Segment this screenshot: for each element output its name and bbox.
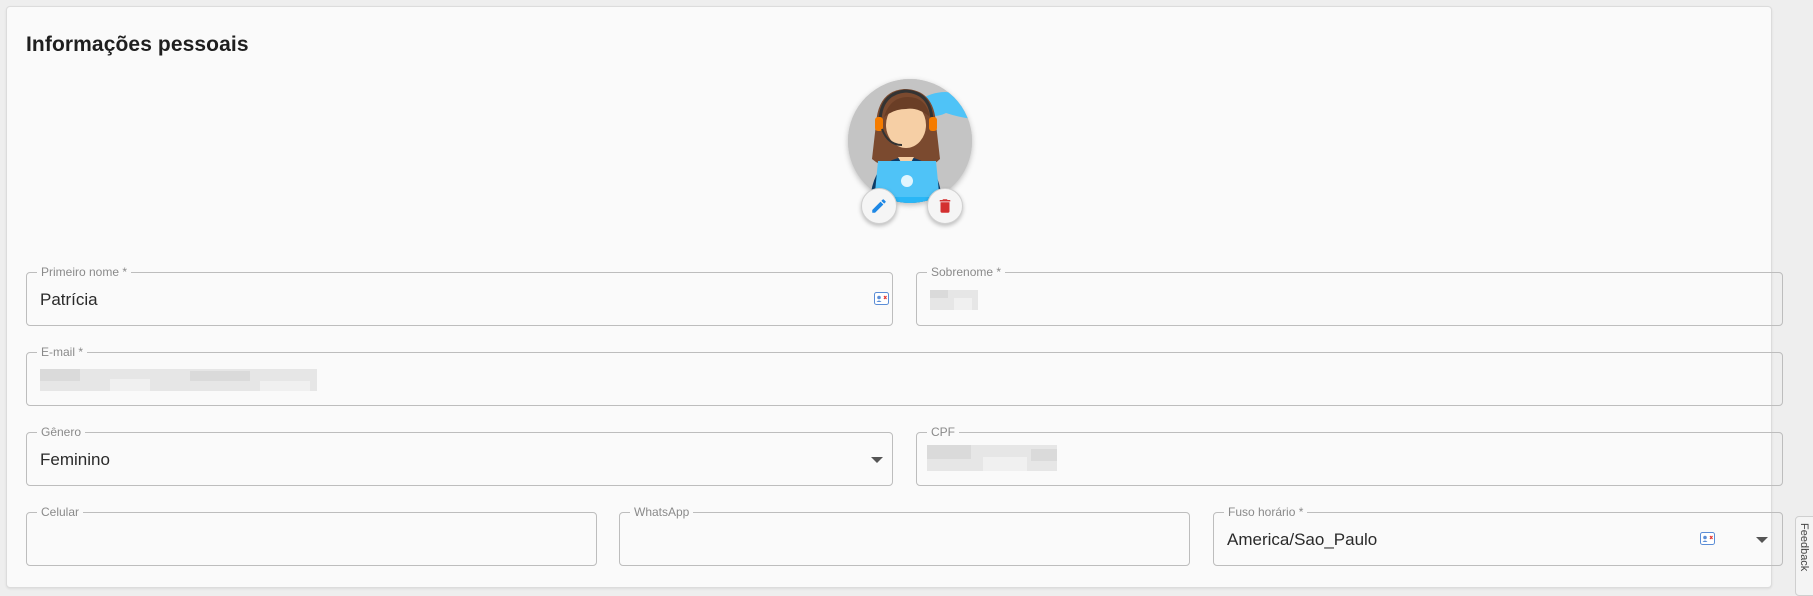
contact-card-icon[interactable] [1700,532,1715,545]
last-name-field[interactable]: Sobrenome * [916,265,1783,326]
gender-select[interactable]: Gênero Feminino [26,425,893,486]
last-name-label: Sobrenome * [927,265,1006,279]
chevron-down-icon[interactable] [1756,537,1768,543]
section-title: Informações pessoais [26,33,249,56]
personal-info-card: Informações pessoais Primeiro nome * Pat… [6,6,1783,588]
first-name-value: Patrícia [40,290,98,309]
timezone-value: America/Sao_Paulo [1227,530,1378,549]
pencil-icon [872,199,886,213]
timezone-select[interactable]: Fuso horário * America/Sao_Paulo [1213,505,1783,566]
cellphone-label: Celular [37,505,84,519]
cpf-label: CPF [927,425,959,439]
redacted-value [40,369,317,391]
feedback-tab[interactable]: Feedback [1795,516,1813,596]
chevron-down-icon[interactable] [871,457,883,463]
email-field[interactable]: E-mail * [26,345,1783,406]
first-name-field[interactable]: Primeiro nome * Patrícia [26,265,893,326]
avatar [848,79,972,203]
cellphone-field[interactable]: Celular [26,505,597,566]
delete-avatar-button[interactable] [927,188,963,224]
edit-avatar-button[interactable] [861,188,897,224]
gender-label: Gênero [37,425,86,439]
avatar-section [842,73,972,224]
redacted-value [927,445,1057,471]
feedback-label: Feedback [1798,523,1810,572]
avatar-illustration [848,79,972,203]
whatsapp-field[interactable]: WhatsApp [619,505,1190,566]
whatsapp-label: WhatsApp [630,505,694,519]
first-name-label: Primeiro nome * [37,265,132,279]
email-label: E-mail * [37,345,88,359]
timezone-label: Fuso horário * [1224,505,1308,519]
redacted-value [930,290,978,310]
cpf-field[interactable]: CPF [916,425,1783,486]
gender-value: Feminino [40,450,110,469]
trash-icon [939,199,951,213]
contact-card-icon[interactable] [874,292,889,305]
